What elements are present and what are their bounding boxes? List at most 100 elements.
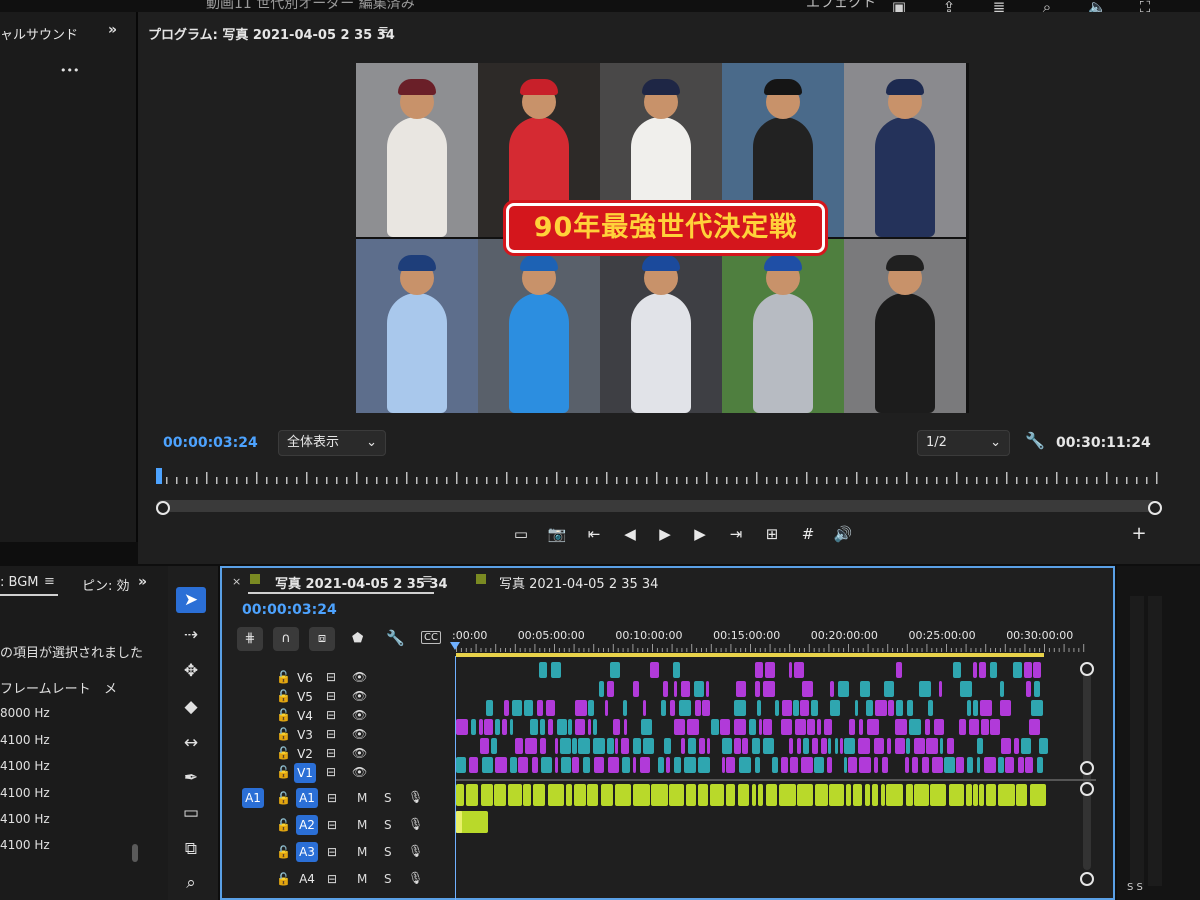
panel-tab-essential-sound[interactable]: ャルサウンド [0, 24, 78, 43]
project-tab-bgm[interactable]: : BGM [0, 575, 39, 590]
lock-icon[interactable]: 🔓 [276, 791, 291, 805]
hamburger-icon[interactable]: ≡ [422, 572, 433, 587]
lock-icon[interactable]: 🔓 [276, 670, 291, 684]
close-icon[interactable]: × [232, 575, 241, 588]
monitor-time-ruler[interactable] [156, 466, 1162, 486]
ripple-edit-tool-icon[interactable]: ✥ [176, 658, 206, 684]
eye-icon[interactable]: 👁 [352, 708, 367, 722]
scrollbar-handle-video-bottom[interactable] [1080, 761, 1094, 775]
work-area-bar[interactable] [456, 653, 1044, 657]
panel-overflow-chevron[interactable]: » [138, 574, 147, 590]
sync-lock-icon[interactable]: ⊟ [326, 708, 336, 722]
camera-icon[interactable]: 📷 [545, 522, 569, 546]
hamburger-icon[interactable]: ≡ [44, 574, 55, 589]
track-label-a1[interactable]: A1 [296, 788, 318, 808]
scrollbar-handle-audio-bottom[interactable] [1080, 872, 1094, 886]
track-label-v3[interactable]: V3 [294, 725, 316, 745]
lock-icon[interactable]: 🔓 [276, 845, 291, 859]
play-icon[interactable]: ▶ [653, 522, 677, 546]
solo-button[interactable]: S [384, 872, 392, 886]
lock-icon[interactable]: 🔓 [276, 746, 291, 760]
track-label-v5[interactable]: V5 [294, 687, 316, 707]
timeline-playhead-marker[interactable] [450, 642, 460, 650]
sync-lock-icon[interactable]: ⊟ [327, 872, 337, 886]
mute-button[interactable]: M [357, 818, 367, 832]
list-item-rate[interactable]: 8000 Hz [0, 706, 50, 720]
track-label-v1[interactable]: V1 [294, 763, 316, 783]
sync-lock-icon[interactable]: ⊟ [327, 791, 337, 805]
monitor-playhead[interactable] [156, 468, 162, 484]
eye-icon[interactable]: 👁 [352, 670, 367, 684]
solo-button[interactable]: S [384, 818, 392, 832]
microphone-icon[interactable]: 🎙 [408, 817, 423, 831]
safe-margins-icon[interactable]: ▭ [509, 522, 533, 546]
track-select-tool-icon[interactable]: ⇢ [176, 622, 206, 648]
sync-lock-icon[interactable]: ⊟ [326, 670, 336, 684]
lock-icon[interactable]: 🔓 [276, 708, 291, 722]
monitor-zoom-scrollbar[interactable] [156, 500, 1156, 512]
go-to-in-icon[interactable]: ⇤ [582, 522, 606, 546]
sync-lock-icon[interactable]: ⊟ [326, 765, 336, 779]
insert-icon[interactable]: ⊞ [760, 522, 784, 546]
track-label-a3[interactable]: A3 [296, 842, 318, 862]
bin-tab[interactable]: ピン: 効 [82, 575, 130, 594]
step-forward-icon[interactable]: ▶ [688, 522, 712, 546]
eye-icon[interactable]: 👁 [352, 727, 367, 741]
add-marker-icon[interactable]: ⬟ [352, 631, 363, 646]
mute-button[interactable]: M [357, 791, 367, 805]
overwrite-icon[interactable]: # [796, 522, 820, 546]
wrench-icon[interactable]: 🔧 [1025, 431, 1045, 450]
track-label-v6[interactable]: V6 [294, 668, 316, 688]
mute-button[interactable]: M [357, 872, 367, 886]
list-item-rate[interactable]: 4100 Hz [0, 786, 50, 800]
sync-lock-icon[interactable]: ⊟ [327, 818, 337, 832]
microphone-icon[interactable]: 🎙 [408, 871, 423, 885]
list-item-rate[interactable]: 4100 Hz [0, 812, 50, 826]
slip-tool-icon[interactable]: ↔ [176, 730, 206, 756]
lock-icon[interactable]: 🔓 [276, 872, 291, 886]
column-header-more[interactable]: メ [104, 678, 117, 697]
add-button-icon[interactable]: + [1127, 522, 1151, 546]
resolution-dropdown[interactable]: 1/2 ⌄ [917, 430, 1010, 456]
track-label-v4[interactable]: V4 [294, 706, 316, 726]
vertical-scrollbar-thumb[interactable] [132, 844, 138, 862]
lock-icon[interactable]: 🔓 [276, 765, 291, 779]
timeline-tab-2[interactable]: 写真 2021-04-05 2 35 34 [499, 573, 658, 592]
wrench-icon[interactable]: 🔧 [386, 629, 405, 647]
eye-icon[interactable]: 👁 [352, 765, 367, 779]
selection-tool-icon[interactable]: ➤ [176, 587, 206, 613]
timeline-timecode[interactable]: 00:00:03:24 [242, 602, 337, 618]
source-patch-a1[interactable]: A1 [242, 788, 264, 808]
lock-icon[interactable]: 🔓 [276, 727, 291, 741]
sync-lock-icon[interactable]: ⊟ [326, 689, 336, 703]
sync-lock-icon[interactable]: ⊟ [326, 727, 336, 741]
lock-icon[interactable]: 🔓 [276, 689, 291, 703]
column-header-framerate[interactable]: フレームレート [0, 678, 91, 697]
mute-button[interactable]: M [357, 845, 367, 859]
timeline-ruler[interactable]: :00:00 00:05:00:00 00:10:00:00 00:15:00:00 0… [448, 626, 1088, 660]
nest-toggle-icon[interactable]: ⋕ [237, 627, 263, 651]
list-item-rate[interactable]: 4100 Hz [0, 838, 50, 852]
microphone-icon[interactable]: 🎙 [408, 790, 423, 804]
captions-icon[interactable]: CC [421, 631, 441, 644]
sync-lock-icon[interactable]: ⊟ [326, 746, 336, 760]
eye-icon[interactable]: 👁 [352, 746, 367, 760]
linked-selection-icon[interactable]: ⧈ [309, 627, 335, 651]
eye-icon[interactable]: 👁 [352, 689, 367, 703]
scrollbar-handle-left[interactable] [156, 501, 170, 515]
sync-lock-icon[interactable]: ⊟ [327, 845, 337, 859]
list-item-rate[interactable]: 4100 Hz [0, 759, 50, 773]
scrollbar-handle-top[interactable] [1080, 662, 1094, 676]
hand-tool-icon[interactable]: ⧉ [176, 836, 206, 862]
snap-magnet-icon[interactable]: ∩ [273, 627, 299, 651]
step-back-icon[interactable]: ◀ [618, 522, 642, 546]
lock-icon[interactable]: 🔓 [276, 818, 291, 832]
go-to-out-icon[interactable]: ⇥ [724, 522, 748, 546]
razor-tool-icon[interactable]: ◆ [176, 694, 206, 720]
track-label-v2[interactable]: V2 [294, 744, 316, 764]
speaker-icon[interactable]: 🔊 [831, 522, 855, 546]
panel-menu-dots[interactable]: ••• [60, 64, 79, 77]
scrollbar-handle-right[interactable] [1148, 501, 1162, 515]
panel-overflow-chevron[interactable]: » [108, 22, 117, 38]
rectangle-tool-icon[interactable]: ▭ [176, 800, 206, 826]
